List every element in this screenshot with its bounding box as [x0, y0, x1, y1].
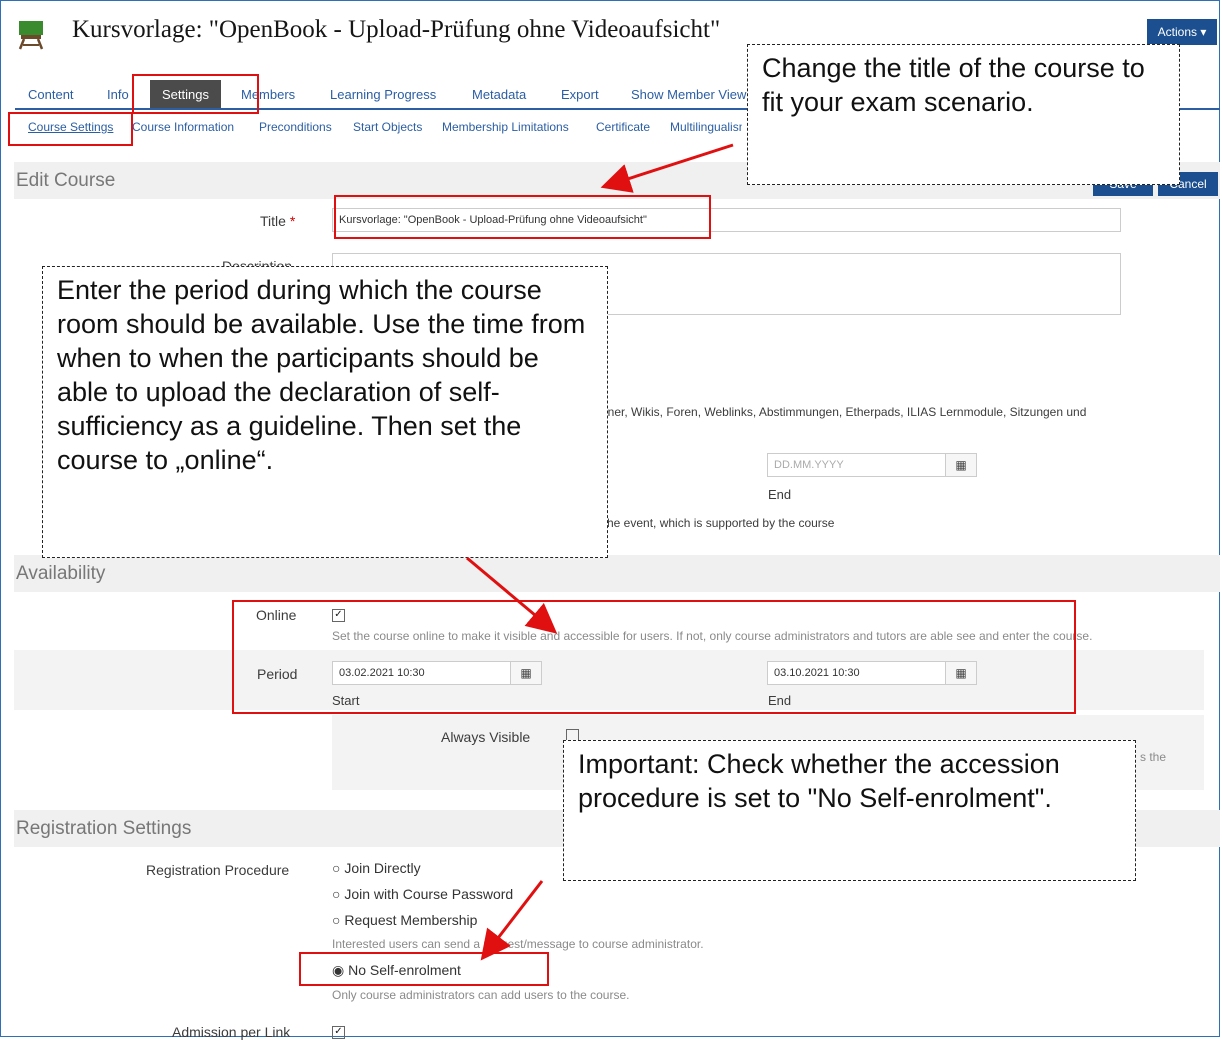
tab-export[interactable]: Export — [561, 87, 599, 102]
radio-request-membership[interactable]: ○ Request Membership — [332, 912, 477, 928]
admission-label: Admission per Link — [172, 1024, 291, 1040]
subtab-membership-limitations[interactable]: Membership Limitations — [442, 120, 569, 134]
callout-registration: Important: Check whether the accession p… — [563, 740, 1136, 881]
course-title: Kursvorlage: "OpenBook - Upload-Prüfung … — [72, 16, 721, 43]
calendar-icon[interactable]: ▦ — [945, 453, 977, 477]
section-title: Availability — [16, 563, 106, 584]
registration-procedure-label: Registration Procedure — [146, 862, 290, 878]
highlight-settings-tab — [132, 74, 259, 114]
tab-info[interactable]: Info — [107, 87, 129, 102]
highlight-title — [334, 195, 711, 239]
highlight-course-settings — [8, 112, 133, 146]
tab-content[interactable]: Content — [28, 87, 74, 102]
section-availability: Availability — [14, 555, 1220, 592]
highlight-no-self-enrolment — [299, 952, 549, 986]
no-self-description: Only course administrators can add users… — [332, 988, 630, 1002]
event-text: he event, which is supported by the cour… — [607, 516, 835, 530]
end-label: End — [768, 487, 792, 502]
subtab-course-information[interactable]: Course Information — [132, 120, 234, 134]
always-visible-label: Always Visible — [441, 729, 531, 745]
always-visible-text: s the — [1140, 750, 1167, 764]
content-types-text: rdner, Wikis, Foren, Weblinks, Abstimmun… — [597, 405, 1087, 419]
section-title: Edit Course — [16, 170, 116, 191]
course-icon — [18, 21, 44, 50]
subtab-preconditions[interactable]: Preconditions — [259, 120, 332, 134]
subtab-certificate[interactable]: Certificate — [596, 120, 650, 134]
actions-button[interactable]: Actions ▾ — [1147, 19, 1217, 45]
tab-learning-progress[interactable]: Learning Progress — [330, 87, 436, 102]
section-title: Registration Settings — [16, 818, 192, 839]
tab-metadata[interactable]: Metadata — [472, 87, 526, 102]
subtab-start-objects[interactable]: Start Objects — [353, 120, 422, 134]
highlight-availability — [232, 600, 1076, 714]
end-date-input[interactable]: DD.MM.YYYY — [767, 453, 947, 477]
callout-period: Enter the period during which the course… — [42, 266, 608, 558]
admission-checkbox[interactable]: ✓ — [332, 1026, 345, 1039]
tab-show-member-view[interactable]: Show Member View — [631, 87, 746, 102]
title-label: Title * — [260, 213, 296, 229]
subtab-multilingualism[interactable]: Multilingualism — [670, 120, 742, 134]
radio-join-with-password[interactable]: ○ Join with Course Password — [332, 886, 513, 902]
radio-join-directly[interactable]: ○ Join Directly — [332, 860, 421, 876]
request-description: Interested users can send a request/mess… — [332, 937, 704, 951]
callout-title: Change the title of the course to fit yo… — [747, 44, 1180, 185]
